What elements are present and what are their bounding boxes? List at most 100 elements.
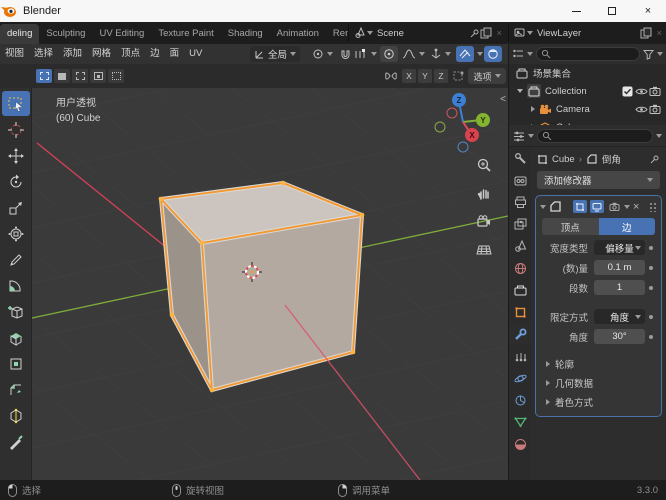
amount-field[interactable]: 0.1 m [594,260,645,275]
panel-expand-chevron-icon[interactable] [540,204,546,209]
section-profile[interactable]: 轮廓 [536,354,661,373]
mirror-z-button[interactable]: Z [434,69,448,83]
tab-scene[interactable] [509,235,531,257]
mirror-x-button[interactable]: X [402,69,416,83]
menu-uv[interactable]: UV [184,44,207,64]
properties-editor-icon[interactable] [513,130,525,142]
viewport-canvas[interactable]: Z Y X 用户透视 (60) Cube < [32,88,508,480]
properties-editor-chevron-icon[interactable] [528,133,534,138]
outliner-editor-icon[interactable] [512,48,524,60]
tab-particles[interactable] [509,345,531,367]
menu-select[interactable]: 选择 [29,44,58,64]
outliner-row-scene-collection[interactable]: 场景集合 [509,64,666,82]
minimize-button[interactable] [558,0,594,22]
collection-hide-icon[interactable] [634,87,648,96]
outliner-row-camera[interactable]: Camera [509,100,666,118]
display-realtime-toggle[interactable] [590,200,604,213]
tool-annotate[interactable] [2,247,30,272]
tab-constraints[interactable] [509,389,531,411]
tool-cursor[interactable] [2,117,30,142]
affect-vertices-tab[interactable]: 顶点 [542,218,599,235]
tool-rotate[interactable] [2,169,30,194]
tab-physics[interactable] [509,367,531,389]
angle-animate-dot[interactable] [645,334,657,339]
scene-dropdown-chevron-icon[interactable] [367,31,373,35]
menu-view[interactable]: 视图 [0,44,29,64]
zoom-tool-icon[interactable] [473,154,495,176]
tab-object-data[interactable] [509,411,531,433]
menu-mesh[interactable]: 网格 [87,44,116,64]
add-modifier-dropdown[interactable]: 添加修改器 [537,171,660,189]
outliner-row-collection[interactable]: Collection [509,82,666,100]
properties-filter-chevron-icon[interactable] [656,133,662,138]
select-mode-invert[interactable] [90,69,106,83]
scene-name[interactable]: Scene [377,28,465,39]
tool-extrude-region[interactable] [2,325,30,350]
segments-field[interactable]: 1 [594,280,645,295]
collection-expand-icon[interactable] [517,89,523,93]
xray-toggle[interactable] [456,46,483,62]
gizmo-neg-z[interactable] [457,141,469,153]
sidebar-toggle-icon[interactable]: < [500,94,506,105]
remove-viewlayer-icon[interactable]: × [656,28,662,39]
tool-scale[interactable] [2,195,30,220]
tab-sculpting[interactable]: Sculpting [39,24,92,44]
camera-expand-icon[interactable] [531,106,535,112]
cube-mesh[interactable] [158,180,365,393]
viewlayer-dropdown-chevron-icon[interactable] [527,31,533,35]
unlink-scene-icon[interactable]: × [496,28,502,39]
breadcrumb-modifier[interactable]: 倒角 [602,152,621,166]
navigation-gizmo[interactable]: Z Y X [434,93,490,153]
tab-texture-paint[interactable]: Texture Paint [151,24,220,44]
tool-move[interactable] [2,143,30,168]
new-data-icon[interactable] [480,27,492,39]
tab-world[interactable] [509,257,531,279]
tool-knife[interactable] [2,429,30,454]
snap-target-dropdown[interactable] [354,46,377,62]
tab-modeling[interactable]: deling [0,24,40,44]
limit-animate-dot[interactable] [645,314,657,319]
tool-measure[interactable] [2,273,30,298]
width-type-dropdown[interactable]: 偏移量 [594,240,645,255]
camera-render-icon[interactable] [648,104,662,114]
tab-object[interactable] [509,301,531,323]
section-shading[interactable]: 着色方式 [536,392,661,411]
menu-vertex[interactable]: 顶点 [116,44,145,64]
filter-icon[interactable] [643,49,654,60]
viewlayer-selector[interactable]: ViewLayer × [508,24,666,42]
maximize-button[interactable] [594,0,630,22]
new-viewlayer-icon[interactable] [640,27,652,39]
menu-add[interactable]: 添加 [58,44,87,64]
tab-tool[interactable] [509,147,531,169]
display-editmode-toggle[interactable] [573,200,587,213]
tool-add-cube[interactable] [2,299,30,324]
select-mode-intersect[interactable] [108,69,124,83]
select-mode-extend[interactable] [54,69,70,83]
camera-hide-icon[interactable] [634,105,648,114]
remove-modifier-icon[interactable]: × [633,201,639,213]
select-mode-set[interactable] [36,69,52,83]
properties-search-input[interactable] [537,128,653,143]
pan-tool-icon[interactable] [473,182,495,204]
limit-method-dropdown[interactable]: 角度 [594,309,645,324]
gizmo-neg-y[interactable] [434,121,446,133]
display-render-toggle[interactable] [607,200,621,213]
tool-select-box[interactable] [1,91,30,116]
segments-animate-dot[interactable] [645,285,657,290]
modifier-extras-chevron-icon[interactable] [624,204,630,209]
breadcrumb-object[interactable]: Cube [552,154,575,165]
affect-edges-tab[interactable]: 边 [598,218,655,235]
collection-checkbox[interactable] [620,86,634,97]
tab-uv-editing[interactable]: UV Editing [92,24,151,44]
outliner-row-cube[interactable]: Cube [509,118,666,125]
proportional-falloff-dropdown[interactable] [402,46,425,62]
menu-face[interactable]: 面 [165,44,185,64]
amount-animate-dot[interactable] [645,265,657,270]
snap-toggle[interactable] [340,46,351,62]
angle-field[interactable]: 30° [594,329,645,344]
mirror-y-button[interactable]: Y [418,69,432,83]
tab-output[interactable] [509,191,531,213]
proportional-editing-toggle[interactable] [380,46,398,62]
tab-material[interactable] [509,433,531,455]
tab-collection[interactable] [509,279,531,301]
